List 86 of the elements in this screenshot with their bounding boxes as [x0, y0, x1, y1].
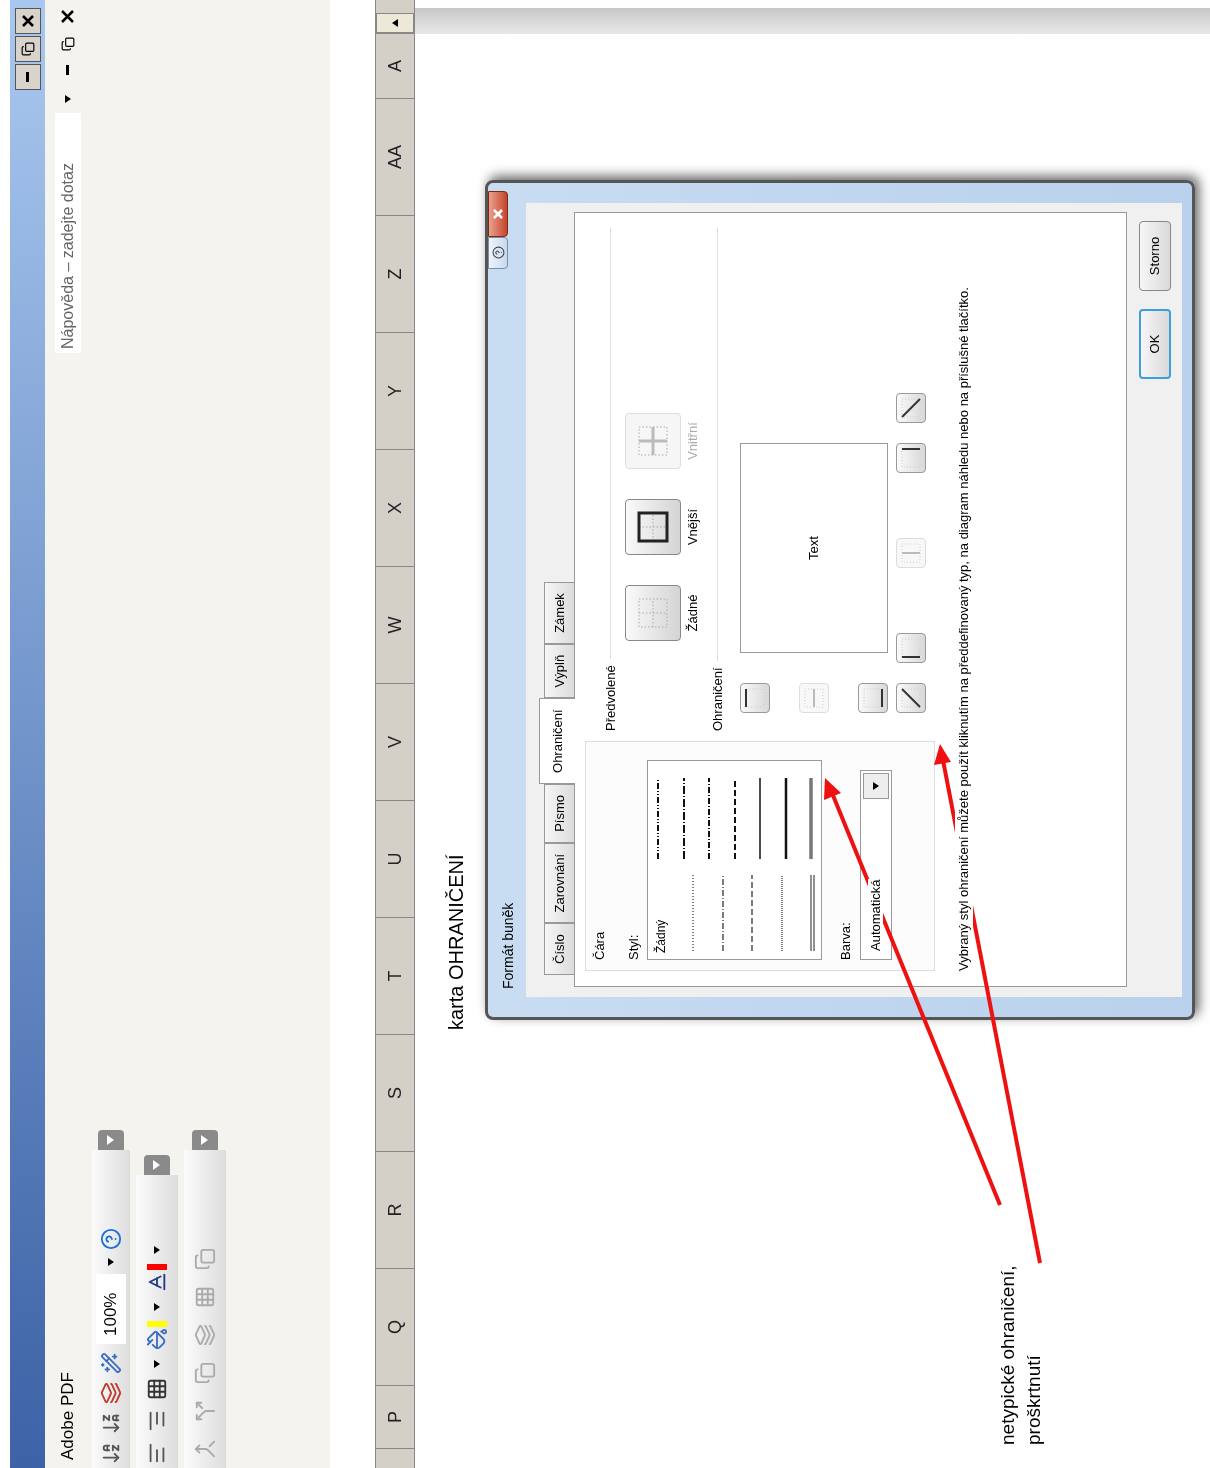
border-icon	[801, 686, 826, 710]
border-icon	[898, 446, 923, 470]
minimize-button[interactable]	[14, 64, 41, 90]
preset-label: Žádné	[683, 594, 701, 632]
dropdown-arrow-icon[interactable]	[871, 782, 880, 790]
dialog-button[interactable]: OK	[1139, 309, 1171, 379]
sort-ascending-icon[interactable]	[100, 1442, 122, 1464]
column-header[interactable]: X	[376, 449, 414, 566]
field-label: Styl:	[624, 933, 642, 960]
preset-label: Vnitřní	[683, 422, 701, 460]
caret-icon	[201, 1135, 209, 1145]
group-label: Ohraničení	[709, 667, 726, 731]
tab[interactable]: Písmo	[544, 784, 574, 843]
fill-color-icon[interactable]	[146, 1321, 168, 1350]
font-color-icon[interactable]	[146, 1264, 168, 1293]
column-header[interactable]: Y	[376, 332, 414, 449]
column-header[interactable]: R	[376, 1151, 414, 1268]
group-label: Čára	[591, 930, 608, 960]
border-button[interactable]	[739, 683, 770, 713]
field-label: Barva:	[837, 921, 854, 960]
border-icon	[860, 686, 885, 710]
border-button[interactable]	[895, 683, 926, 713]
border-icon	[742, 686, 767, 710]
help-search-field[interactable]: Nápověda – zadejte dotaz	[54, 113, 81, 353]
close-icon	[493, 209, 503, 219]
column-header[interactable]: T	[376, 917, 414, 1034]
menu-item[interactable]: Adobe PDF	[54, 1372, 81, 1460]
toolbar-options-button[interactable]	[144, 1155, 170, 1175]
wizard-icon[interactable]	[100, 1352, 122, 1374]
preset-label: Vnější	[683, 508, 701, 546]
border-button[interactable]	[895, 443, 926, 473]
border-icon	[898, 541, 923, 565]
border-icon	[898, 686, 923, 710]
dropdown-arrow-icon[interactable]	[153, 1303, 161, 1311]
toolbar-options-button[interactable]	[98, 1130, 124, 1150]
dialog-title: Formát buněk	[499, 902, 517, 989]
zoom-field[interactable]: 100%	[96, 1274, 126, 1344]
border-icon	[898, 396, 923, 420]
dialog-button[interactable]: Storno	[1139, 221, 1171, 291]
caret-icon	[392, 19, 398, 27]
annotation: netypické ohraničení, proškrtnutí	[996, 1265, 1045, 1445]
dropdown-arrow-icon[interactable]	[63, 95, 72, 103]
caret-icon	[153, 1160, 161, 1170]
column-header[interactable]: AA	[376, 98, 414, 215]
dropdown-arrow-icon[interactable]	[153, 1360, 161, 1368]
close-button[interactable]	[14, 8, 41, 34]
column-header[interactable]: V	[376, 683, 414, 800]
column-header[interactable]: Q	[376, 1268, 414, 1385]
column-header[interactable]: W	[376, 566, 414, 683]
border-button[interactable]	[895, 633, 926, 663]
sort-descending-icon[interactable]	[100, 1412, 122, 1434]
preset-button[interactable]	[624, 499, 681, 555]
column-header[interactable]: U	[376, 800, 414, 917]
close-button[interactable]	[488, 191, 508, 237]
column-header[interactable]: S	[376, 1034, 414, 1151]
close-icon	[21, 15, 34, 27]
column-header[interactable]: Z	[376, 215, 414, 332]
tab[interactable]: Výplň	[544, 643, 574, 699]
help-icon	[491, 246, 505, 260]
line-style-option[interactable]: Žádný	[652, 873, 670, 953]
scroll-left-button[interactable]	[376, 13, 414, 33]
restore-icon	[20, 42, 35, 56]
borders-icon[interactable]	[146, 1378, 168, 1400]
border-button[interactable]	[857, 683, 888, 713]
border-button[interactable]	[895, 393, 926, 423]
caret-icon	[107, 1135, 115, 1145]
tab[interactable]: Ohraničení	[539, 698, 575, 784]
tab[interactable]: Zámek	[544, 582, 574, 644]
restore-icon[interactable]	[60, 37, 75, 51]
caption: karta OHRANIČENÍ	[444, 854, 468, 1030]
toolbar-options-button[interactable]	[192, 1130, 218, 1150]
help-icon[interactable]	[100, 1228, 122, 1250]
dropdown-arrow-icon[interactable]	[107, 1258, 115, 1266]
close-icon[interactable]	[61, 10, 74, 23]
vertical-scrollbar[interactable]	[415, 8, 1210, 34]
dropdown-arrow-icon[interactable]	[153, 1246, 161, 1254]
help-button[interactable]	[488, 237, 508, 269]
line-style-list[interactable]: Žádný	[647, 760, 822, 960]
border-preview[interactable]: Text	[739, 443, 888, 653]
color-dropdown[interactable]: Automatická	[859, 770, 892, 960]
tab[interactable]: Číslo	[544, 923, 574, 975]
group-label: Předvolené	[602, 665, 619, 731]
tab[interactable]: Zarovnání	[544, 842, 574, 924]
column-header[interactable]: P	[376, 1385, 414, 1448]
restore-button[interactable]	[14, 36, 41, 62]
border-icon	[898, 636, 923, 660]
